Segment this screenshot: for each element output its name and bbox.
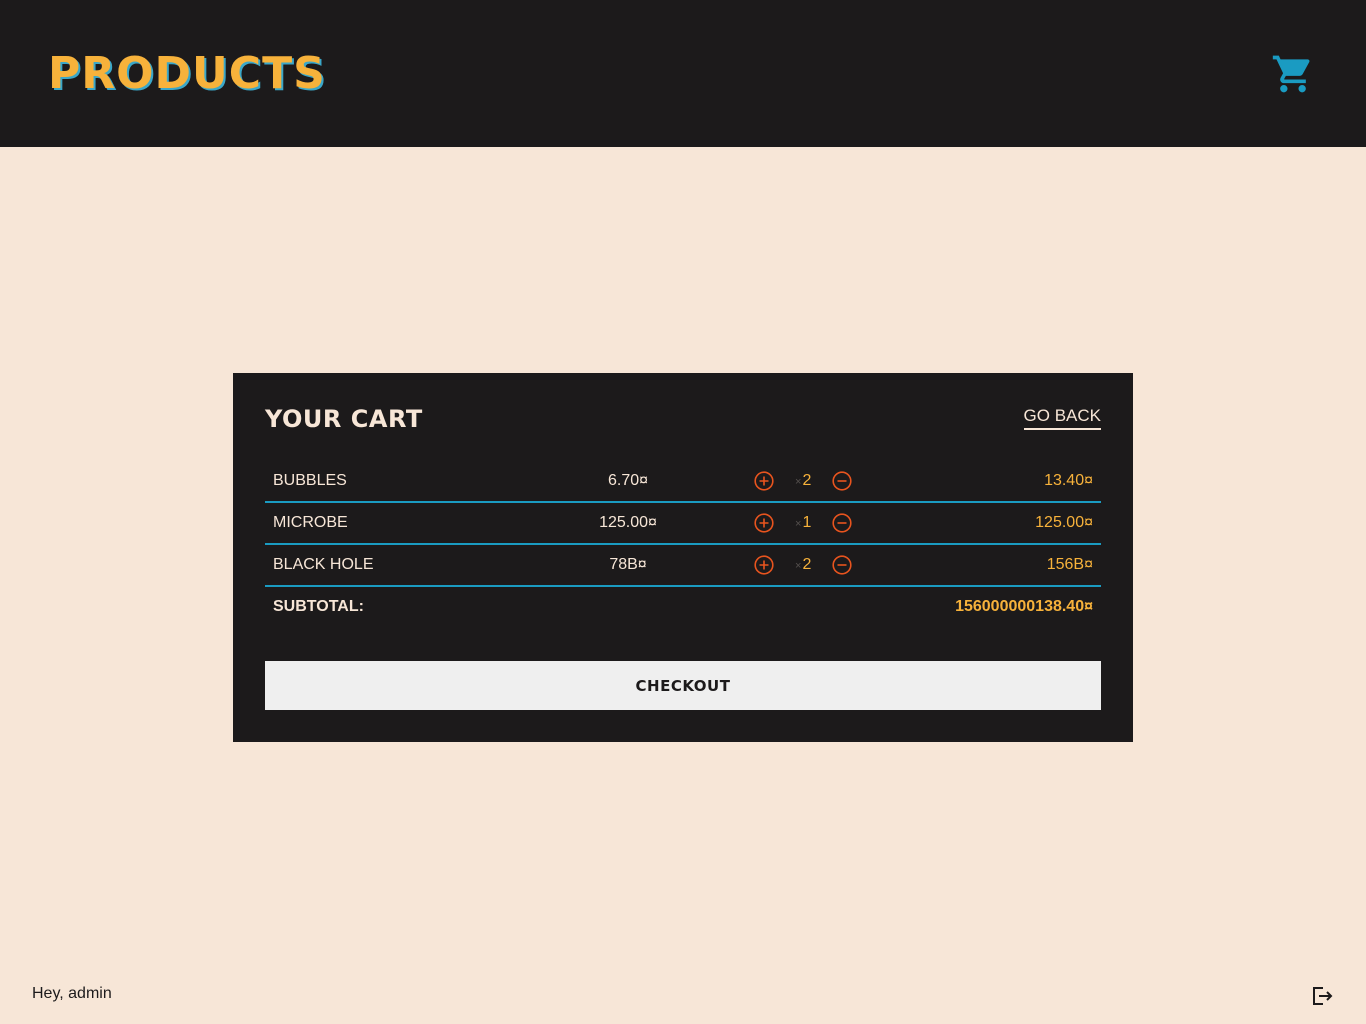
item-name: BLACK HOLE [273, 556, 374, 573]
subtotal-row: SUBTOTAL: 156000000138.40¤ [265, 587, 1101, 627]
increase-quantity-button[interactable] [754, 555, 774, 575]
cart-title: YOUR CART [265, 405, 423, 433]
decrease-quantity-button[interactable] [832, 555, 852, 575]
cart-panel: YOUR CART GO BACK BUBBLES 6.70¤ ×2 13.40… [233, 373, 1133, 742]
decrease-quantity-button[interactable] [832, 513, 852, 533]
item-total: 125.00¤ [1035, 514, 1093, 531]
page-title: PRODUCTS [48, 48, 326, 99]
plus-circle-icon [754, 555, 774, 575]
logout-button[interactable] [1310, 985, 1334, 1007]
item-total: 13.40¤ [1044, 472, 1093, 489]
checkout-button[interactable]: CHECKOUT [265, 661, 1101, 710]
item-price: 78B¤ [609, 556, 647, 573]
item-name: BUBBLES [273, 472, 347, 489]
cart-item-row: MICROBE 125.00¤ ×1 125.00¤ [265, 503, 1101, 545]
item-name: MICROBE [273, 514, 348, 531]
cart-item-row: BLACK HOLE 78B¤ ×2 156B¤ [265, 545, 1101, 587]
item-price: 6.70¤ [607, 472, 649, 489]
decrease-quantity-button[interactable] [832, 471, 852, 491]
item-total: 156B¤ [1046, 556, 1093, 573]
cart-button[interactable] [1270, 52, 1316, 96]
item-quantity: ×1 [795, 514, 812, 531]
user-greeting: Hey, admin [32, 985, 112, 1002]
subtotal-value: 156000000138.40¤ [955, 598, 1093, 615]
item-quantity: ×2 [795, 556, 812, 573]
minus-circle-icon [832, 555, 852, 575]
subtotal-label: SUBTOTAL: [273, 598, 364, 615]
cart-item-row: BUBBLES 6.70¤ ×2 13.40¤ [265, 461, 1101, 503]
item-price: 125.00¤ [599, 514, 657, 531]
top-bar: PRODUCTS [0, 0, 1366, 147]
minus-circle-icon [832, 513, 852, 533]
cart-items-list: BUBBLES 6.70¤ ×2 13.40¤ MICROBE 125.00¤ … [265, 461, 1101, 627]
item-quantity: ×2 [795, 472, 812, 489]
logout-icon [1313, 987, 1333, 1005]
go-back-link[interactable]: GO BACK [1023, 406, 1101, 430]
minus-circle-icon [832, 471, 852, 491]
increase-quantity-button[interactable] [754, 513, 774, 533]
increase-quantity-button[interactable] [754, 471, 774, 491]
shopping-cart-icon [1272, 55, 1310, 93]
plus-circle-icon [754, 513, 774, 533]
plus-circle-icon [754, 471, 774, 491]
